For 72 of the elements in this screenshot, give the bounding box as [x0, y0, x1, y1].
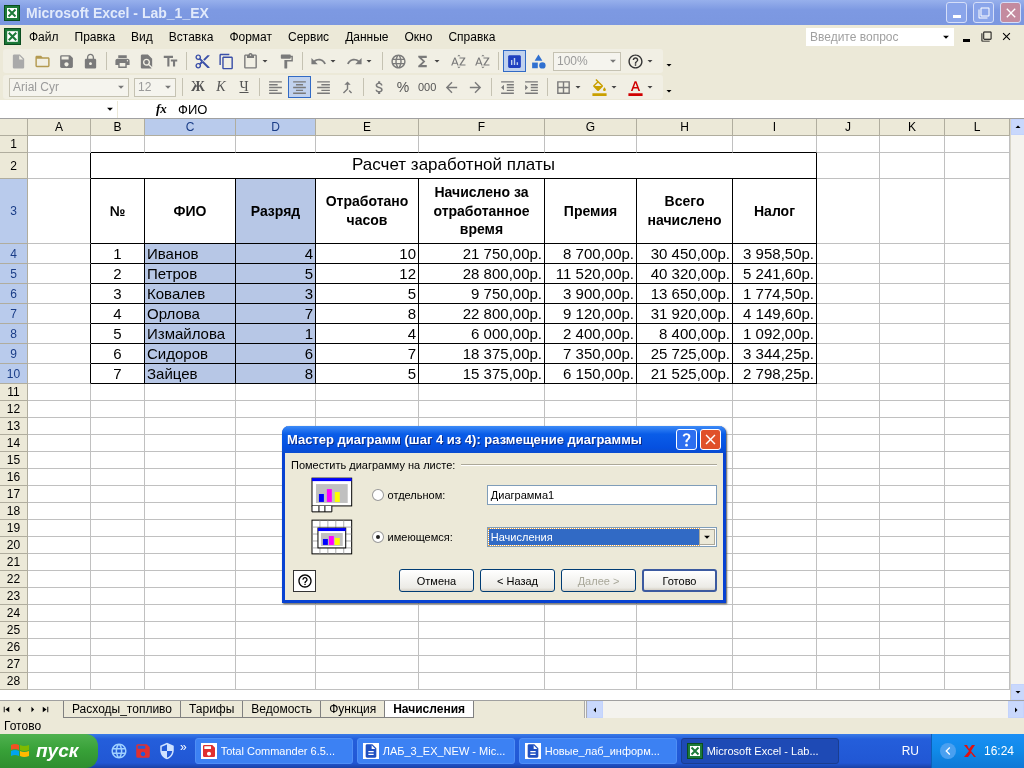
table-cell: 22 800,00р.	[419, 304, 545, 324]
table-cell: 12	[316, 264, 419, 284]
table-cell: 4	[316, 324, 419, 344]
column-heading: Всего начислено	[637, 179, 733, 244]
table-cell: Ковалев	[145, 284, 236, 304]
table-cell: 4	[91, 304, 145, 324]
table-cell: 7	[236, 304, 316, 324]
table-cell: Иванов	[145, 244, 236, 264]
table-cell: 8 700,00р.	[545, 244, 637, 264]
table-cell: 5	[236, 264, 316, 284]
table-cell: 2	[91, 264, 145, 284]
table-cell: 2 798,25р.	[733, 364, 817, 384]
clock: 16:24	[983, 744, 1014, 758]
table-cell: 8 400,00р.	[637, 324, 733, 344]
table-cell: 4 149,60р.	[733, 304, 817, 324]
table-cell: 30 450,00р.	[637, 244, 733, 264]
table-cell: 31 920,00р.	[637, 304, 733, 324]
table-cell: 18 375,00р.	[419, 344, 545, 364]
table-cell: 5	[91, 324, 145, 344]
table-cell: 21 750,00р.	[419, 244, 545, 264]
window-title: Microsoft Excel - Lab_1_EX	[26, 4, 210, 21]
table-cell: 8	[236, 364, 316, 384]
column-heading: Начислено за отработанное время	[419, 179, 545, 244]
dialog-title: Мастер диаграмм (шаг 4 из 4): размещение диаграммы	[287, 432, 643, 447]
table-cell: 13 650,00р.	[637, 284, 733, 304]
table-cell: 6 150,00р.	[545, 364, 637, 384]
table-cell: 1	[91, 244, 145, 264]
table-cell: Петров	[145, 264, 236, 284]
table-cell: 3 900,00р.	[545, 284, 637, 304]
table-cell: 6 000,00р.	[419, 324, 545, 344]
table-cell: Сидоров	[145, 344, 236, 364]
table-cell: 5	[316, 284, 419, 304]
column-heading: №	[91, 179, 145, 244]
column-heading: ФИО	[145, 179, 236, 244]
table-cell: 6	[236, 344, 316, 364]
table-cell: 3	[91, 284, 145, 304]
table-cell: 5 241,60р.	[733, 264, 817, 284]
group-label: Поместить диаграмму на листе:	[291, 459, 456, 471]
table-cell: 9 120,00р.	[545, 304, 637, 324]
table-cell: 11 520,00р.	[545, 264, 637, 284]
column-heading: Налог	[733, 179, 817, 244]
table-cell: 7 350,00р.	[545, 344, 637, 364]
table-cell: 5	[316, 364, 419, 384]
column-heading: Премия	[545, 179, 637, 244]
option-label: имеющемся:	[387, 531, 454, 543]
table-title: Расчет заработной платы	[91, 153, 817, 179]
table-cell: Зайцев	[145, 364, 236, 384]
status-text: Готово	[4, 719, 42, 733]
table-cell: 8	[316, 304, 419, 324]
table-cell: 10	[316, 244, 419, 264]
table-cell: 21 525,00р.	[637, 364, 733, 384]
table-cell: 25 725,00р.	[637, 344, 733, 364]
table-cell: 7	[91, 364, 145, 384]
table-cell: 7	[316, 344, 419, 364]
table-cell: 4	[236, 244, 316, 264]
table-cell: Орлова	[145, 304, 236, 324]
column-heading: Отработано часов	[316, 179, 419, 244]
table-cell: 3	[236, 284, 316, 304]
column-heading: Разряд	[236, 179, 316, 244]
table-cell: 2 400,00р.	[545, 324, 637, 344]
table-cell: 9 750,00р.	[419, 284, 545, 304]
table-cell: 1	[236, 324, 316, 344]
table-cell: 28 800,00р.	[419, 264, 545, 284]
table-cell: 1 092,00р.	[733, 324, 817, 344]
table-cell: 1 774,50р.	[733, 284, 817, 304]
table-cell: 3 958,50р.	[733, 244, 817, 264]
table-cell: 40 320,00р.	[637, 264, 733, 284]
table-cell: 15 375,00р.	[419, 364, 545, 384]
option-label: отдельном:	[387, 489, 447, 501]
table-cell: 3 344,25р.	[733, 344, 817, 364]
table-cell: Измайлова	[145, 324, 236, 344]
table-cell: 6	[91, 344, 145, 364]
